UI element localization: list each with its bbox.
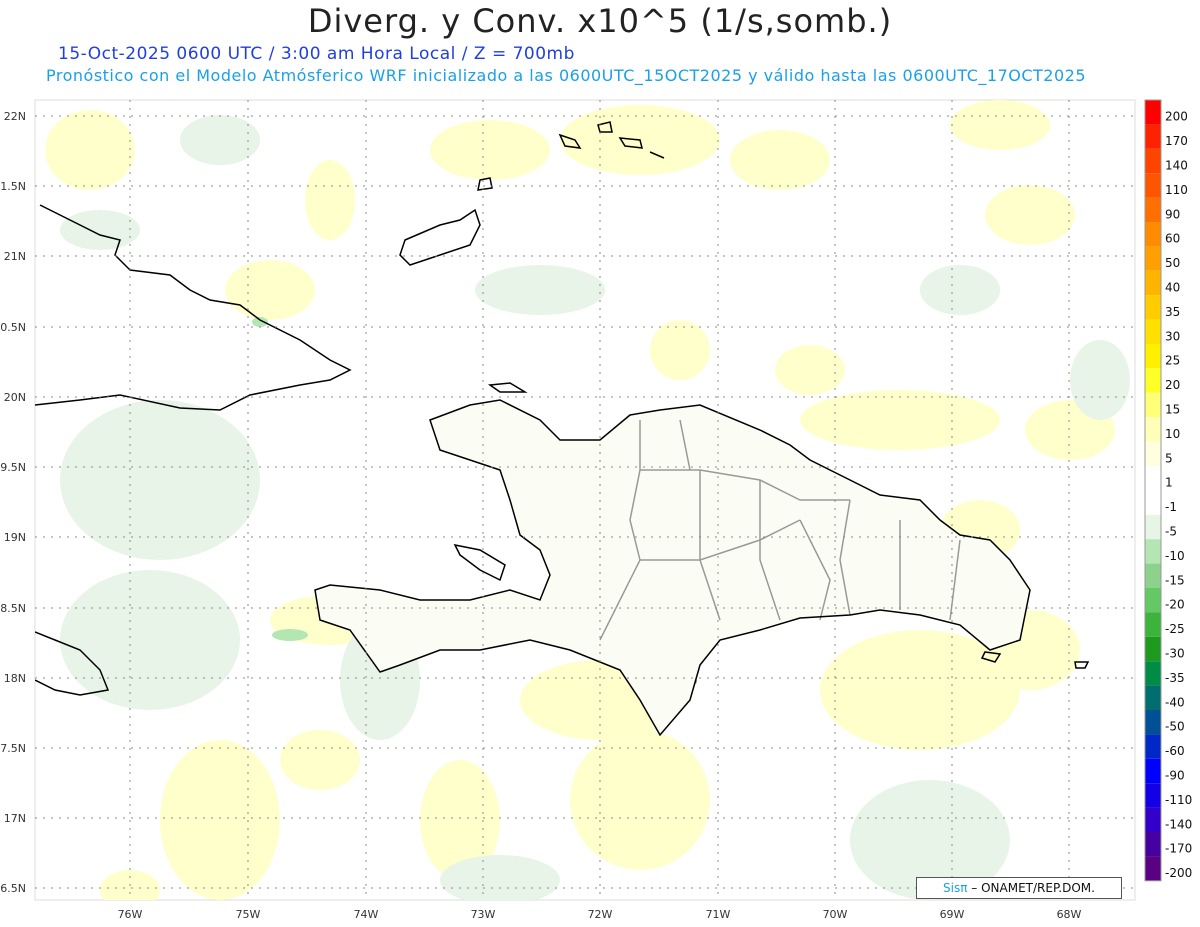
- legend-label: 5: [1165, 451, 1173, 465]
- legend-label: 40: [1165, 281, 1180, 295]
- legend-swatch: [1145, 612, 1161, 637]
- legend-swatch: [1145, 490, 1161, 515]
- color-legend: 200 170 140 110 90 60 50 40 35 30 25 20 15 10 5 1 -1 -5 -1…: [1144, 99, 1192, 882]
- legend-label: 10: [1165, 427, 1180, 441]
- sispi-logo: Sisπ: [943, 881, 968, 895]
- legend-label: -5: [1165, 525, 1177, 539]
- legend-label: -25: [1165, 622, 1185, 636]
- lat-label: 7.5N: [0, 742, 26, 755]
- lon-label: 76W: [118, 908, 143, 921]
- legend-label: 1: [1165, 476, 1173, 490]
- legend-swatch: [1145, 100, 1161, 125]
- lat-label: 17N: [4, 812, 26, 825]
- legend-label: -10: [1165, 549, 1185, 563]
- longitude-labels: 76W 75W 74W 73W 72W 71W 70W 69W 68W: [118, 908, 1082, 921]
- lat-label: 21N: [4, 250, 26, 263]
- legend-label: -30: [1165, 647, 1185, 661]
- legend-swatch: [1145, 295, 1161, 320]
- lat-label: 1.5N: [0, 180, 26, 193]
- legend-swatch: [1145, 344, 1161, 369]
- lon-label: 71W: [706, 908, 731, 921]
- legend-swatch: [1145, 246, 1161, 271]
- legend-swatch: [1145, 173, 1161, 198]
- legend-swatch: [1145, 563, 1161, 588]
- legend-swatch: [1145, 270, 1161, 296]
- legend-swatch: [1145, 148, 1161, 174]
- legend-label: -35: [1165, 671, 1185, 685]
- legend-label: -110: [1165, 793, 1192, 807]
- legend-label: 50: [1165, 256, 1180, 270]
- legend-swatch: [1145, 319, 1161, 344]
- legend-label: 60: [1165, 232, 1180, 246]
- legend-label: 110: [1165, 183, 1188, 197]
- lat-label: 18N: [4, 672, 26, 685]
- lat-label: 9.5N: [0, 461, 26, 474]
- legend-label: -170: [1165, 842, 1192, 856]
- legend-swatch: [1145, 734, 1161, 759]
- legend-swatch: [1145, 417, 1161, 442]
- lat-label: 8.5N: [0, 602, 26, 615]
- legend-swatch: [1145, 539, 1161, 564]
- legend-swatch: [1145, 685, 1161, 710]
- latitude-labels: 22N 1.5N 21N 0.5N 20N 9.5N 19N 8.5N 18N …: [0, 110, 26, 895]
- credit-text: – ONAMET/REP.DOM.: [971, 881, 1095, 895]
- lon-label: 68W: [1057, 908, 1082, 921]
- legend-swatch: [1145, 710, 1161, 735]
- legend-swatch: [1145, 222, 1161, 247]
- lon-label: 72W: [588, 908, 613, 921]
- lat-label: 22N: [4, 110, 26, 123]
- legend-swatch: [1145, 758, 1161, 784]
- forecast-map: 22N 1.5N 21N 0.5N 20N 9.5N 19N 8.5N 18N …: [0, 99, 1192, 921]
- legend-label: 90: [1165, 207, 1180, 221]
- legend-label: -90: [1165, 769, 1185, 783]
- lon-label: 70W: [823, 908, 848, 921]
- legend-swatch: [1145, 392, 1161, 418]
- legend-swatch: [1145, 124, 1161, 149]
- legend-swatch: [1145, 856, 1161, 881]
- legend-label: 35: [1165, 305, 1180, 319]
- lon-label: 69W: [940, 908, 965, 921]
- lon-label: 75W: [236, 908, 261, 921]
- legend-label: 15: [1165, 403, 1180, 417]
- lon-label: 73W: [471, 908, 496, 921]
- legend-label: 140: [1165, 159, 1188, 173]
- legend-swatch: [1145, 197, 1161, 222]
- legend-label: -60: [1165, 744, 1185, 758]
- legend-label: -40: [1165, 695, 1185, 709]
- legend-label: -20: [1165, 598, 1185, 612]
- legend-swatch: [1145, 661, 1161, 686]
- legend-swatch: [1145, 783, 1161, 808]
- legend-swatch: [1145, 636, 1161, 662]
- legend-label: -15: [1165, 573, 1185, 587]
- legend-swatch: [1145, 588, 1161, 613]
- legend-label: 20: [1165, 378, 1180, 392]
- lat-label: 0.5N: [0, 321, 26, 334]
- legend-label: 170: [1165, 134, 1188, 148]
- legend-label: -50: [1165, 720, 1185, 734]
- legend-label: 25: [1165, 354, 1180, 368]
- legend-label: -140: [1165, 817, 1192, 831]
- legend-label: -200: [1165, 866, 1192, 880]
- legend-swatch: [1145, 441, 1161, 466]
- lat-label: 20N: [4, 391, 26, 404]
- credit-box: Sisπ – ONAMET/REP.DOM.: [916, 877, 1122, 899]
- legend-label: 30: [1165, 329, 1180, 343]
- lon-label: 74W: [354, 908, 379, 921]
- legend-swatch: [1145, 466, 1161, 491]
- legend-swatch: [1145, 514, 1161, 540]
- lat-label: 6.5N: [0, 882, 26, 895]
- legend-label: 200: [1165, 110, 1188, 124]
- legend-swatch: [1145, 807, 1161, 832]
- lat-label: 19N: [4, 531, 26, 544]
- legend-swatch: [1145, 368, 1161, 393]
- legend-label: -1: [1165, 500, 1177, 514]
- legend-swatch: [1145, 832, 1161, 857]
